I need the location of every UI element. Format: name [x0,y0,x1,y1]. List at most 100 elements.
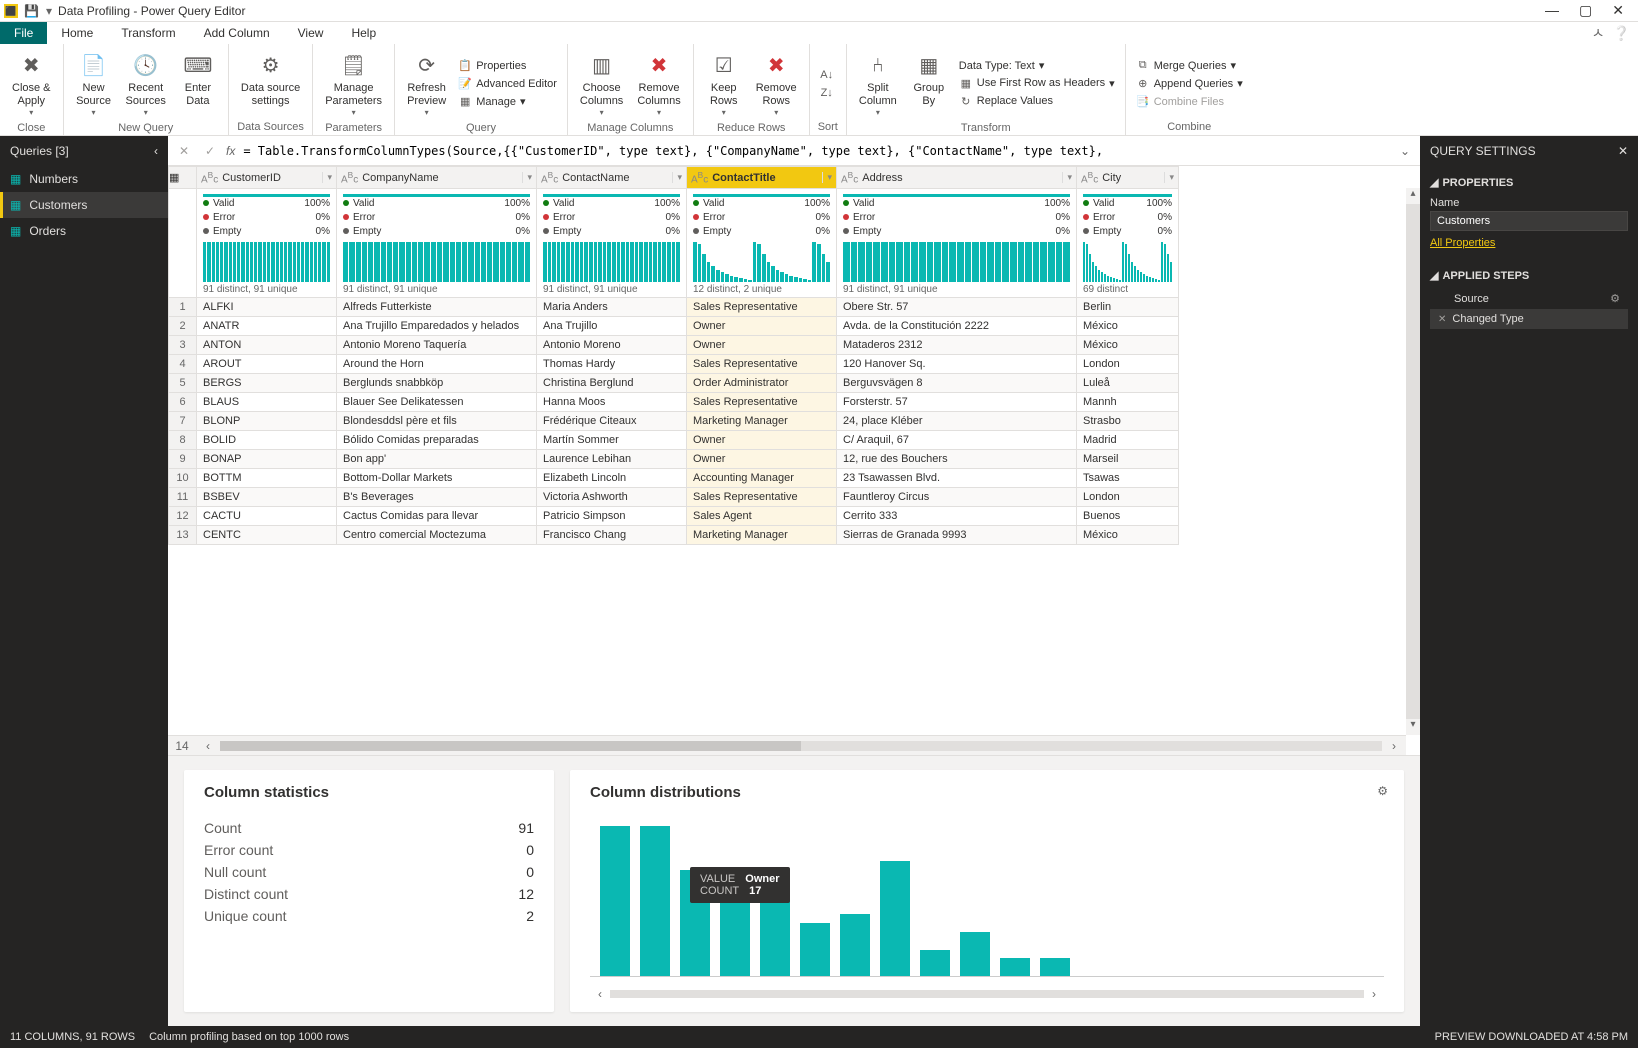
table-row[interactable]: 4AROUTAround the HornThomas HardySales R… [169,355,1179,374]
table-corner-icon[interactable]: ▦ [169,167,197,189]
choose-columns-button[interactable]: ▥ChooseColumns▾ [576,48,627,120]
split-column-button[interactable]: ⑃SplitColumn▾ [855,48,901,120]
maximize-icon[interactable]: ▢ [1579,2,1592,19]
recent-sources-button[interactable]: 🕓RecentSources▾ [122,48,170,120]
distribution-bar[interactable] [600,826,630,976]
column-header-city[interactable]: ABcCity▾ [1077,167,1179,189]
table-row[interactable]: 2ANATRAna Trujillo Emparedados y helados… [169,317,1179,336]
table-row[interactable]: 6BLAUSBlauer See DelikatessenHanna MoosS… [169,393,1179,412]
properties-section-title[interactable]: ◢ PROPERTIES [1430,170,1628,195]
dist-scroll-right-icon[interactable]: › [1364,987,1384,1001]
help-icon[interactable]: ❔ [1613,25,1630,42]
distribution-bar[interactable] [640,826,670,976]
close-icon[interactable]: ✕ [1612,2,1624,19]
all-properties-link[interactable]: All Properties [1430,231,1495,255]
replace-values-button[interactable]: ↻Replace Values [957,93,1117,109]
column-filter-icon[interactable]: ▾ [672,172,682,183]
vertical-scrollbar[interactable]: ▴ ▾ [1406,188,1420,735]
group-by-button[interactable]: ▦GroupBy [907,48,951,120]
column-filter-icon[interactable]: ▾ [1062,172,1072,183]
distribution-bar[interactable] [960,932,990,976]
tab-view[interactable]: View [284,22,338,44]
formula-input[interactable] [241,142,1390,160]
horizontal-scrollbar[interactable]: 14 ‹ › [168,735,1406,755]
distribution-bar[interactable] [880,861,910,976]
sort-asc-button[interactable]: A↓ [818,67,836,83]
applied-steps-title[interactable]: ◢ APPLIED STEPS [1430,263,1628,288]
tab-add-column[interactable]: Add Column [190,22,284,44]
scroll-down-icon[interactable]: ▾ [1406,719,1420,735]
applied-step-source[interactable]: Source⚙ [1430,288,1628,309]
merge-queries-button[interactable]: ⧉Merge Queries ▾ [1134,58,1245,74]
enter-data-button[interactable]: ⌨EnterData [176,48,220,120]
keep-rows-button[interactable]: ☑KeepRows▾ [702,48,746,120]
close-settings-icon[interactable]: ✕ [1618,144,1628,158]
remove-columns-button[interactable]: ✖RemoveColumns▾ [633,48,684,120]
formula-cancel-icon[interactable]: ✕ [174,144,194,158]
table-row[interactable]: 13CENTCCentro comercial MoctezumaFrancis… [169,526,1179,545]
collapse-ribbon-icon[interactable]: ㅅ [1592,23,1605,43]
qat-dropdown-icon[interactable]: ▾ [46,4,52,18]
manage-parameters-button[interactable]: 🗒ManageParameters▾ [321,48,386,120]
datasource-settings-button[interactable]: ⚙Data sourcesettings [237,48,304,119]
distribution-bar[interactable] [1000,958,1030,976]
column-filter-icon[interactable]: ▾ [322,172,332,183]
table-row[interactable]: 7BLONPBlondesddsl père et filsFrédérique… [169,412,1179,431]
scroll-right-icon[interactable]: › [1382,739,1406,753]
table-row[interactable]: 1ALFKIAlfreds FutterkisteMaria AndersSal… [169,298,1179,317]
save-icon[interactable]: 💾 [24,4,38,18]
refresh-preview-button[interactable]: ⟳RefreshPreview▾ [403,48,450,120]
column-filter-icon[interactable]: ▾ [1164,172,1174,183]
distribution-scrollbar[interactable]: ‹ › [590,987,1384,1001]
formula-expand-icon[interactable]: ⌄ [1396,144,1414,158]
scroll-left-icon[interactable]: ‹ [196,739,220,753]
column-filter-icon[interactable]: ▾ [822,172,832,183]
table-row[interactable]: 3ANTONAntonio Moreno TaqueríaAntonio Mor… [169,336,1179,355]
remove-rows-button[interactable]: ✖RemoveRows▾ [752,48,801,120]
properties-button[interactable]: 📋Properties [456,58,559,74]
data-type-button[interactable]: Data Type: Text ▾ [957,58,1117,73]
query-item-orders[interactable]: ▦Orders [0,218,168,244]
distribution-bar[interactable] [1040,958,1070,976]
column-header-contactname[interactable]: ABcContactName▾ [537,167,687,189]
distribution-bar[interactable] [840,914,870,976]
distribution-chart[interactable]: VALUEOwner COUNT17 [590,817,1384,977]
tab-transform[interactable]: Transform [107,22,189,44]
query-item-numbers[interactable]: ▦Numbers [0,166,168,192]
distributions-settings-icon[interactable]: ⚙ [1377,784,1388,798]
manage-button[interactable]: ▦Manage ▾ [456,94,559,110]
sort-desc-button[interactable]: Z↓ [818,85,836,101]
table-row[interactable]: 12CACTUCactus Comidas para llevarPatrici… [169,507,1179,526]
step-settings-icon[interactable]: ⚙ [1610,292,1620,305]
distribution-bar[interactable] [920,950,950,977]
query-name-input[interactable] [1430,211,1628,231]
first-row-headers-button[interactable]: ▦Use First Row as Headers ▾ [957,75,1117,91]
column-filter-icon[interactable]: ▾ [522,172,532,183]
delete-step-icon[interactable]: ✕ [1438,314,1446,325]
data-grid[interactable]: ▦ABcCustomerID▾ABcCompanyName▾ABcContact… [168,166,1420,756]
close-apply-button[interactable]: ✖Close &Apply▾ [8,48,55,120]
formula-commit-icon[interactable]: ✓ [200,144,220,158]
collapse-queries-icon[interactable]: ‹ [154,144,158,158]
table-row[interactable]: 10BOTTMBottom-Dollar MarketsElizabeth Li… [169,469,1179,488]
column-header-customerid[interactable]: ABcCustomerID▾ [197,167,337,189]
query-item-customers[interactable]: ▦Customers [0,192,168,218]
dist-scroll-left-icon[interactable]: ‹ [590,987,610,1001]
column-header-address[interactable]: ABcAddress▾ [837,167,1077,189]
column-header-contacttitle[interactable]: ABcContactTitle▾ [687,167,837,189]
column-header-companyname[interactable]: ABcCompanyName▾ [337,167,537,189]
table-row[interactable]: 8BOLIDBólido Comidas preparadasMartín So… [169,431,1179,450]
tab-file[interactable]: File [0,22,47,44]
minimize-icon[interactable]: — [1545,2,1559,19]
tab-help[interactable]: Help [337,22,390,44]
table-row[interactable]: 11BSBEVB's BeveragesVictoria AshworthSal… [169,488,1179,507]
distribution-bar[interactable] [800,923,830,976]
scroll-up-icon[interactable]: ▴ [1406,188,1420,204]
tab-home[interactable]: Home [47,22,107,44]
table-row[interactable]: 5BERGSBerglunds snabbköpChristina Berglu… [169,374,1179,393]
new-source-button[interactable]: 📄NewSource▾ [72,48,116,120]
advanced-editor-button[interactable]: 📝Advanced Editor [456,76,559,92]
table-row[interactable]: 9BONAPBon app'Laurence LebihanOwner12, r… [169,450,1179,469]
append-queries-button[interactable]: ⊕Append Queries ▾ [1134,76,1245,92]
applied-step-changed-type[interactable]: ✕Changed Type [1430,309,1628,329]
